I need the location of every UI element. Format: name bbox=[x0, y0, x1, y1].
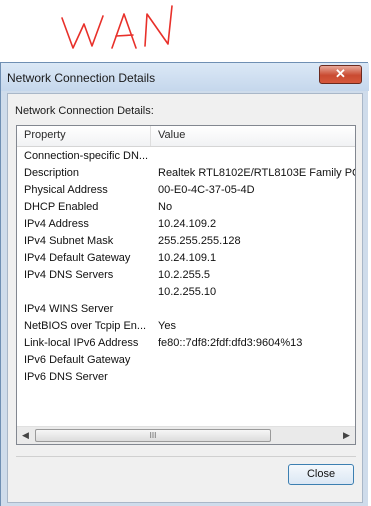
value-cell: Yes bbox=[158, 320, 176, 332]
close-button[interactable]: Close bbox=[288, 464, 354, 485]
scroll-thumb[interactable]: III bbox=[35, 429, 271, 442]
table-row[interactable]: IPv4 Default Gateway 10.24.109.1 bbox=[17, 250, 355, 267]
table-row[interactable]: IPv6 Default Gateway bbox=[17, 352, 355, 369]
dialog-client-area: Network Connection Details: Property Val… bbox=[7, 93, 363, 503]
list-header: Property Value bbox=[17, 126, 355, 147]
table-row[interactable]: IPv4 DNS Servers 10.2.255.5 bbox=[17, 267, 355, 284]
property-cell: DHCP Enabled bbox=[24, 201, 99, 213]
column-divider[interactable] bbox=[150, 126, 151, 146]
property-cell: NetBIOS over Tcpip En... bbox=[24, 320, 147, 332]
table-row[interactable]: DHCP Enabled No bbox=[17, 199, 355, 216]
table-row[interactable]: IPv4 Address 10.24.109.2 bbox=[17, 216, 355, 233]
list-rows: Connection-specific DN... Description Real… bbox=[17, 148, 355, 386]
value-cell: 10.24.109.1 bbox=[158, 252, 217, 264]
value-cell: Realtek RTL8102E/RTL8103E Family PC bbox=[158, 167, 356, 179]
handwritten-annotation bbox=[0, 0, 371, 60]
table-row[interactable]: Physical Address 00-E0-4C-37-05-4D bbox=[17, 182, 355, 199]
network-connection-details-window: Network Connection Details ✕ Network Con… bbox=[0, 62, 369, 506]
table-row[interactable]: Connection-specific DN... bbox=[17, 148, 355, 165]
column-header-property[interactable]: Property bbox=[24, 129, 66, 141]
title-bar: Network Connection Details ✕ bbox=[1, 63, 369, 91]
property-cell: IPv4 Address bbox=[24, 218, 89, 230]
property-cell: Connection-specific DN... bbox=[24, 150, 149, 162]
table-row[interactable]: Link-local IPv6 Address fe80::7df8:2fdf:d… bbox=[17, 335, 355, 352]
column-header-value[interactable]: Value bbox=[158, 129, 185, 141]
property-cell: IPv4 Subnet Mask bbox=[24, 235, 114, 247]
table-row[interactable]: IPv4 WINS Server bbox=[17, 301, 355, 318]
property-cell: Description bbox=[24, 167, 80, 179]
value-cell: 255.255.255.128 bbox=[158, 235, 241, 247]
scroll-right-icon[interactable]: ▶ bbox=[338, 427, 355, 444]
property-cell: IPv4 DNS Servers bbox=[24, 269, 114, 281]
table-row[interactable]: IPv6 DNS Server bbox=[17, 369, 355, 386]
scroll-left-icon[interactable]: ◀ bbox=[17, 427, 34, 444]
value-cell: 10.24.109.2 bbox=[158, 218, 217, 230]
handwritten-wan-text bbox=[61, 5, 173, 49]
table-row[interactable]: NetBIOS over Tcpip En... Yes bbox=[17, 318, 355, 335]
property-cell: Physical Address bbox=[24, 184, 108, 196]
table-row[interactable]: 10.2.255.10 bbox=[17, 284, 355, 301]
value-cell: 10.2.255.10 bbox=[158, 286, 217, 298]
value-cell: 10.2.255.5 bbox=[158, 269, 210, 281]
details-list[interactable]: Property Value Connection-specific DN...… bbox=[16, 125, 356, 445]
window-close-button[interactable]: ✕ bbox=[319, 65, 362, 84]
value-cell: No bbox=[158, 201, 173, 213]
grip-icon: III bbox=[149, 431, 157, 440]
table-row[interactable]: IPv4 Subnet Mask 255.255.255.128 bbox=[17, 233, 355, 250]
property-cell: Link-local IPv6 Address bbox=[24, 337, 139, 349]
value-cell: 00-E0-4C-37-05-4D bbox=[158, 184, 255, 196]
divider bbox=[16, 456, 356, 457]
property-cell: IPv4 WINS Server bbox=[24, 303, 114, 315]
property-cell: IPv4 Default Gateway bbox=[24, 252, 131, 264]
property-cell: IPv6 Default Gateway bbox=[24, 354, 131, 366]
window-title: Network Connection Details bbox=[7, 71, 156, 85]
close-icon: ✕ bbox=[335, 66, 346, 81]
horizontal-scrollbar[interactable]: ◀ III ▶ bbox=[17, 426, 355, 444]
table-row[interactable]: Description Realtek RTL8102E/RTL8103E Fam… bbox=[17, 165, 355, 182]
property-cell: IPv6 DNS Server bbox=[24, 371, 108, 383]
details-label: Network Connection Details: bbox=[15, 105, 154, 117]
value-cell: fe80::7df8:2fdf:dfd3:9604%13 bbox=[158, 337, 303, 349]
